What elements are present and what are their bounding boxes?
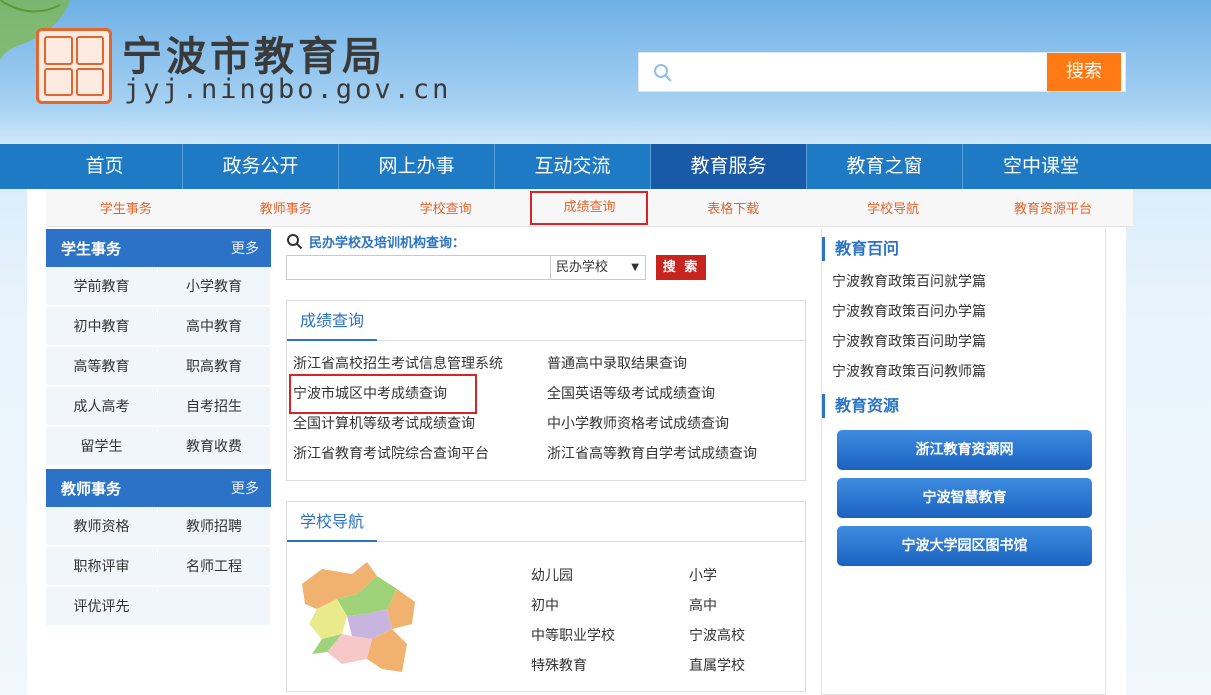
link-primary-school[interactable]: 小学 [689,566,769,586]
score-query-title: 成绩查询 [287,301,378,341]
faq-item-teachers[interactable]: 宁波教育政策百问教师篇 [832,362,1105,392]
subnav-school-navigation[interactable]: 学校导航 [818,198,968,217]
resource-button-university-library[interactable]: 宁波大学园区图书馆 [837,526,1092,566]
link-senior-high[interactable]: 高中 [689,596,769,616]
faq-list: 宁波教育政策百问就学篇 宁波教育政策百问办学篇 宁波教育政策百问助学篇 宁波教育… [822,261,1105,392]
score-query-box: 成绩查询 浙江省高校招生考试信息管理系统 普通高中录取结果查询 宁波市城区中考成… [286,300,806,481]
school-nav-body: 幼儿园 小学 初中 高中 中等职业学校 宁波高校 特殊教育 直属学校 [287,542,805,693]
link-ningbo-zhongkao-score[interactable]: 宁波市城区中考成绩查询 [289,374,547,414]
link-ningbo-universities[interactable]: 宁波高校 [689,626,769,646]
subnav-education-resources[interactable]: 教育资源平台 [978,198,1128,217]
bureau-logo[interactable] [36,28,112,104]
sidebar-item-empty [158,587,271,627]
sidebar-item-teacher-recruitment[interactable]: 教师招聘 [158,507,271,547]
teacher-affairs-title: 教师事务 [61,479,122,498]
subnav-teacher-affairs[interactable]: 教师事务 [211,198,361,217]
org-query-controls: 民办学校 ▼ 搜 索 [286,255,806,280]
faq-title: 教育百问 [822,237,1105,261]
sidebar-item-overseas-students[interactable]: 留学生 [46,427,158,467]
org-type-select[interactable]: 民办学校 ▼ [551,255,646,280]
org-query-input[interactable] [286,255,551,280]
link-english-level-score[interactable]: 全国英语等级考试成绩查询 [547,384,807,404]
student-affairs-more-link[interactable]: 更多 [231,238,259,258]
sidebar-item-preschool[interactable]: 学前教育 [46,267,158,307]
teacher-affairs-more-link[interactable]: 更多 [231,478,259,498]
teacher-affairs-grid: 教师资格 教师招聘 职称评审 名师工程 评优评先 [46,507,271,627]
right-column: 教育百问 宁波教育政策百问就学篇 宁波教育政策百问办学篇 宁波教育政策百问助学篇… [821,229,1106,695]
link-junior-high[interactable]: 初中 [531,596,689,616]
link-self-study-exam-score[interactable]: 浙江省高等教育自学考试成绩查询 [547,444,807,464]
faq-item-financial-aid[interactable]: 宁波教育政策百问助学篇 [832,332,1105,362]
link-high-school-admission-result[interactable]: 普通高中录取结果查询 [547,354,807,374]
student-affairs-header: 学生事务 更多 [46,229,271,267]
sidebar-item-vocational[interactable]: 职高教育 [158,347,271,387]
org-query-label: 民办学校及培训机构查询： [309,236,466,251]
nav-item-education-services[interactable]: 教育服务 [651,144,807,189]
subnav-form-download[interactable]: 表格下载 [658,198,808,217]
org-type-select-value: 民办学校 [556,260,609,275]
nav-item-online-services[interactable]: 网上办事 [339,144,495,189]
score-query-header: 成绩查询 [287,301,805,341]
subnav-student-affairs[interactable]: 学生事务 [51,198,201,217]
magnifier-icon [287,234,303,250]
resources-title: 教育资源 [822,394,1105,418]
link-vocational-school[interactable]: 中等职业学校 [531,626,689,646]
caret-down-icon: ▼ [631,262,639,273]
sidebar-item-title-review[interactable]: 职称评审 [46,547,158,587]
student-affairs-grid: 学前教育 小学教育 初中教育 高中教育 高等教育 职高教育 成人高考 自考招生 … [46,267,271,467]
org-query: 民办学校及培训机构查询： 民办学校 ▼ 搜 索 [286,232,806,280]
sidebar-item-higher-education[interactable]: 高等教育 [46,347,158,387]
link-special-education[interactable]: 特殊教育 [531,656,689,676]
resource-button-ningbo-smart-education[interactable]: 宁波智慧教育 [837,478,1092,518]
score-query-links: 浙江省高校招生考试信息管理系统 普通高中录取结果查询 宁波市城区中考成绩查询 全… [287,341,805,464]
school-nav-header: 学校导航 [287,502,805,542]
faq-item-enrollment[interactable]: 宁波教育政策百问就学篇 [832,272,1105,302]
sidebar-item-senior-high[interactable]: 高中教育 [158,307,271,347]
sidebar-item-junior-high[interactable]: 初中教育 [46,307,158,347]
search-icon [654,64,672,82]
resource-button-zhejiang[interactable]: 浙江教育资源网 [837,430,1092,470]
link-kindergarten[interactable]: 幼儿园 [531,566,689,586]
sidebar-item-famous-teacher-project[interactable]: 名师工程 [158,547,271,587]
link-computer-level-score[interactable]: 全国计算机等级考试成绩查询 [293,414,547,434]
link-exam-authority-platform[interactable]: 浙江省教育考试院综合查询平台 [293,444,547,464]
link-directly-affiliated-schools[interactable]: 直属学校 [689,656,769,676]
ningbo-district-map[interactable] [297,554,422,679]
nav-item-home[interactable]: 首页 [27,144,183,189]
nav-item-interaction[interactable]: 互动交流 [495,144,651,189]
sidebar-item-teacher-qualification[interactable]: 教师资格 [46,507,158,547]
subnav-score-query[interactable]: 成绩查询 [530,190,649,225]
faq-item-school-running[interactable]: 宁波教育政策百问办学篇 [832,302,1105,332]
subnav-school-query[interactable]: 学校查询 [371,198,521,217]
school-type-links: 幼儿园 小学 初中 高中 中等职业学校 宁波高校 特殊教育 直属学校 [531,566,769,676]
left-sidebar: 学生事务 更多 学前教育 小学教育 初中教育 高中教育 高等教育 职高教育 成人… [46,229,271,627]
org-query-label-row: 民办学校及培训机构查询： [286,232,806,251]
teacher-affairs-header: 教师事务 更多 [46,469,271,507]
search-input[interactable] [683,57,1038,87]
nav-item-government-affairs[interactable]: 政务公开 [183,144,339,189]
sub-nav: 学生事务 教师事务 学校查询 成绩查询 表格下载 学校导航 教育资源平台 [46,189,1133,227]
sidebar-item-adult-exam[interactable]: 成人高考 [46,387,158,427]
link-zhejiang-admission-system[interactable]: 浙江省高校招生考试信息管理系统 [293,354,547,374]
sidebar-item-education-fees[interactable]: 教育收费 [158,427,271,467]
search-button[interactable]: 搜索 [1047,53,1121,91]
student-affairs-title: 学生事务 [61,239,122,258]
site-search: 搜索 [638,52,1126,92]
org-search-button[interactable]: 搜 索 [656,255,706,280]
school-nav-title: 学校导航 [287,502,378,542]
nav-item-online-classroom[interactable]: 空中课堂 [963,144,1119,189]
sidebar-item-self-study-exam[interactable]: 自考招生 [158,387,271,427]
nav-item-education-window[interactable]: 教育之窗 [807,144,963,189]
link-teacher-qualification-score[interactable]: 中小学教师资格考试成绩查询 [547,414,807,434]
site-domain: jyj.ningbo.gov.cn [124,74,452,105]
sidebar-item-primary[interactable]: 小学教育 [158,267,271,307]
main-nav: 首页 政务公开 网上办事 互动交流 教育服务 教育之窗 空中课堂 [0,144,1211,189]
sidebar-item-awards[interactable]: 评优评先 [46,587,158,627]
school-nav-box: 学校导航 幼儿园 小学 初中 高中 中等职业学校 宁波高校 特殊教育 直属学校 [286,501,806,692]
